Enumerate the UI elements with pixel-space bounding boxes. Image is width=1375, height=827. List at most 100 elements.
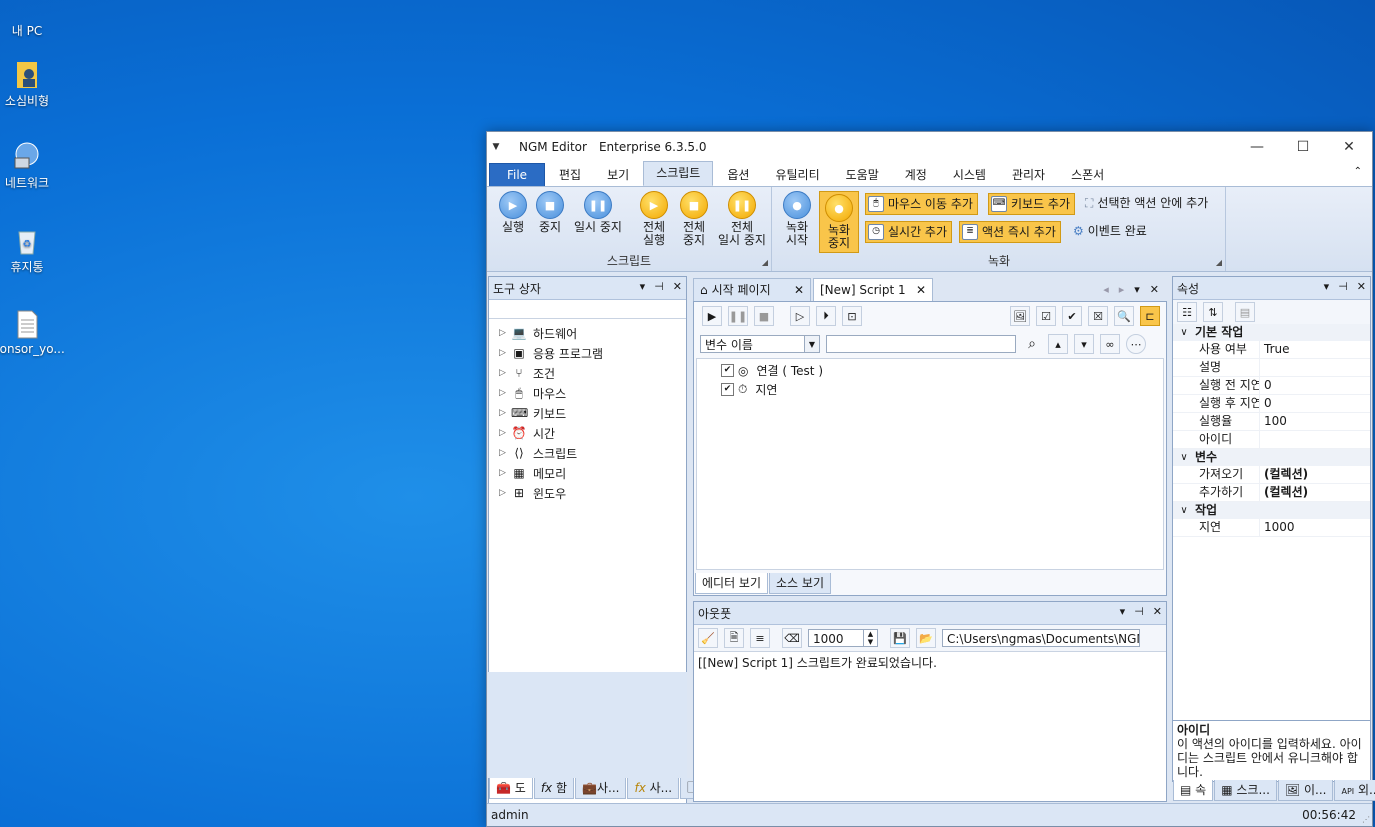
- uncheck-icon[interactable]: ☒: [1088, 306, 1108, 326]
- collapse-icon[interactable]: ∨: [1173, 502, 1195, 519]
- expand-icon[interactable]: ▷: [499, 468, 511, 478]
- panel-menu-icon[interactable]: ▾: [1120, 605, 1126, 618]
- expand-icon[interactable]: ▷: [499, 388, 511, 398]
- tree-item-hardware[interactable]: ▷ 💻 하드웨어: [489, 323, 686, 343]
- maximize-button[interactable]: ☐: [1280, 132, 1326, 162]
- step-run-icon[interactable]: ▷: [790, 306, 810, 326]
- add-keyboard-button[interactable]: ⌨ 키보드 추가: [988, 193, 1076, 215]
- desktop-icon-file[interactable]: ponsor_yo...: [0, 308, 65, 356]
- prop-row[interactable]: 설명: [1173, 359, 1370, 377]
- tab-system[interactable]: 시스템: [941, 164, 998, 186]
- categorized-icon[interactable]: ☷: [1177, 302, 1197, 322]
- pin-icon[interactable]: ⊣: [1338, 280, 1348, 293]
- tab-sponsor[interactable]: 스폰서: [1059, 164, 1116, 186]
- prop-category-basic[interactable]: ∨ 기본 작업: [1173, 324, 1370, 341]
- tab-admin[interactable]: 관리자: [1000, 164, 1057, 186]
- desktop-icon-recycle-bin[interactable]: ♻ 휴지통: [0, 224, 62, 275]
- tab-user-actions[interactable]: 💼사...: [575, 778, 627, 799]
- resize-grip-icon[interactable]: ⋰: [1362, 815, 1370, 824]
- tab-editor-view[interactable]: 에디터 보기: [695, 573, 769, 594]
- stepper-arrows-icon[interactable]: ▲ ▼: [863, 630, 877, 646]
- desktop-icon-network[interactable]: 네트워크: [0, 140, 62, 191]
- sort-alpha-icon[interactable]: ⇅: [1203, 302, 1223, 322]
- tree-item-time[interactable]: ▷ ⏰ 시간: [489, 423, 686, 443]
- collapse-icon[interactable]: ∨: [1173, 449, 1195, 466]
- add-in-selected-button[interactable]: ⛶ 선택한 액션 안에 추가: [1083, 193, 1212, 213]
- panel-close-icon[interactable]: ✕: [1150, 283, 1159, 296]
- tab-edit[interactable]: 편집: [547, 164, 593, 186]
- infinity-icon[interactable]: ∞: [1100, 334, 1120, 354]
- tab-options[interactable]: 옵션: [715, 164, 761, 186]
- eraser-icon[interactable]: ⌫: [782, 628, 802, 648]
- tab-script[interactable]: 스크립트: [643, 161, 714, 186]
- checkbox-checked[interactable]: ✔: [721, 364, 734, 377]
- tab-close-icon[interactable]: ✕: [916, 279, 926, 301]
- tab-script-list[interactable]: ▦ 스크...: [1214, 780, 1277, 801]
- pin-icon[interactable]: ⊣: [1134, 605, 1144, 618]
- run-script-icon[interactable]: ▶: [702, 306, 722, 326]
- tab-scroll-left-icon[interactable]: ◂: [1103, 283, 1109, 296]
- variable-name-select[interactable]: 변수 이름 ▼: [700, 335, 820, 353]
- search-icon[interactable]: 🔍: [1114, 306, 1134, 326]
- action-row-delay[interactable]: ✔ ⏱ 지연: [697, 380, 1163, 399]
- check-icon[interactable]: ✔: [1062, 306, 1082, 326]
- tab-source-view[interactable]: 소스 보기: [769, 573, 831, 594]
- panel-menu-icon[interactable]: ▾: [1324, 280, 1330, 293]
- run-from-icon[interactable]: ⊡: [842, 306, 862, 326]
- tab-close-icon[interactable]: ✕: [794, 279, 804, 301]
- pause-script-icon[interactable]: ❚❚: [728, 306, 748, 326]
- panel-menu-icon[interactable]: ▾: [640, 280, 646, 293]
- run-all-button[interactable]: ▶ 전체 실행: [637, 191, 671, 247]
- log-path-field[interactable]: C:\Users\ngmas\Documents\NGM6\: [942, 629, 1140, 647]
- pause-all-button[interactable]: ❚❚ 전체 일시 중지: [713, 191, 771, 247]
- title-bar[interactable]: ▼ NGM Editor Enterprise 6.3.5.0 — ☐ ✕: [487, 132, 1372, 162]
- close-button[interactable]: ✕: [1326, 132, 1372, 162]
- chevron-down-icon[interactable]: ▼: [804, 336, 819, 352]
- expand-icon[interactable]: ▷: [499, 368, 511, 378]
- prop-category-variables[interactable]: ∨ 변수: [1173, 449, 1370, 466]
- tab-view[interactable]: 보기: [595, 164, 641, 186]
- prop-row[interactable]: 사용 여부 True: [1173, 341, 1370, 359]
- tab-account[interactable]: 계정: [893, 164, 939, 186]
- tree-item-keyboard[interactable]: ▷ ⌨ 키보드: [489, 403, 686, 423]
- tree-item-application[interactable]: ▷ ▣ 응용 프로그램: [489, 343, 686, 363]
- tab-help[interactable]: 도움말: [834, 164, 891, 186]
- prop-category-task[interactable]: ∨ 작업: [1173, 502, 1370, 519]
- tab-user-functions[interactable]: fx 사...: [627, 778, 680, 799]
- tab-utility[interactable]: 유틸리티: [763, 164, 831, 186]
- tab-script-1[interactable]: [New] Script 1 ✕: [813, 278, 933, 303]
- panel-close-icon[interactable]: ✕: [1357, 280, 1366, 293]
- broom-icon[interactable]: 🧹: [698, 628, 718, 648]
- tab-start-page[interactable]: ⌂ 시작 페이지 ✕: [693, 278, 811, 302]
- desktop-icon-user-folder[interactable]: 소심비형: [0, 58, 62, 109]
- search-variable-icon[interactable]: ⌕: [1022, 334, 1042, 354]
- variable-value-input[interactable]: [826, 335, 1016, 353]
- move-down-icon[interactable]: ▾: [1074, 334, 1094, 354]
- tree-item-mouse[interactable]: ▷ 🖱 마우스: [489, 383, 686, 403]
- tab-properties[interactable]: ▤ 속: [1173, 780, 1214, 801]
- add-mouse-move-button[interactable]: 🖱 마우스 이동 추가: [865, 193, 978, 215]
- expand-icon[interactable]: ▷: [499, 348, 511, 358]
- tab-scroll-right-icon[interactable]: ▸: [1119, 283, 1125, 296]
- prop-row[interactable]: 실행 후 지연 0: [1173, 395, 1370, 413]
- tree-item-script[interactable]: ▷ ⟨⟩ 스크립트: [489, 443, 686, 463]
- panel-close-icon[interactable]: ✕: [673, 280, 682, 293]
- image-edit-icon[interactable]: 🖼: [1010, 306, 1030, 326]
- expand-icon[interactable]: ▷: [499, 448, 511, 458]
- minimize-button[interactable]: —: [1234, 132, 1280, 162]
- expand-icon[interactable]: ▷: [499, 428, 511, 438]
- add-action-now-button[interactable]: ≣ 액션 즉시 추가: [959, 221, 1061, 243]
- more-options-icon[interactable]: ⋯: [1126, 334, 1146, 354]
- prop-row[interactable]: 아이디: [1173, 431, 1370, 449]
- tree-view-icon[interactable]: ⊏: [1140, 306, 1160, 326]
- stop-all-button[interactable]: ■ 전체 중지: [677, 191, 711, 247]
- stop-script-icon[interactable]: ■: [754, 306, 774, 326]
- tab-functions[interactable]: fx 함: [533, 778, 575, 799]
- tree-item-condition[interactable]: ▷ ⑂ 조건: [489, 363, 686, 383]
- add-realtime-button[interactable]: ◷ 실시간 추가: [865, 221, 953, 243]
- tree-item-memory[interactable]: ▷ ▦ 메모리: [489, 463, 686, 483]
- stop-button[interactable]: ■ 중지: [533, 191, 567, 234]
- record-start-button[interactable]: ● 녹화 시작: [779, 191, 815, 247]
- folder-icon[interactable]: 📂: [916, 628, 936, 648]
- action-row-connect[interactable]: ✔ ◎ 연결 ( Test ): [697, 361, 1163, 380]
